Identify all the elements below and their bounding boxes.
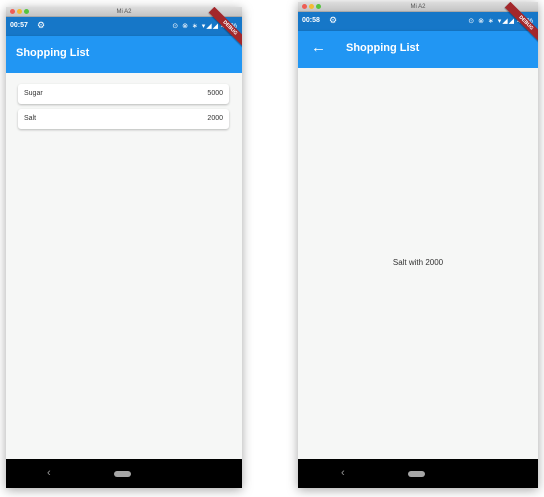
item-quantity: 5000 bbox=[207, 90, 223, 97]
bug-icon: ⚙ bbox=[329, 15, 338, 25]
status-time: 00:57 bbox=[10, 22, 28, 29]
item-name: Salt bbox=[24, 115, 37, 122]
window-titlebar: Mi A2 bbox=[298, 2, 538, 12]
emulator-window-list: Mi A2 00:57 ⚙ ⊙ ⊗ ∗ ▾◢◢48% DEBUG Shoppin… bbox=[6, 7, 242, 488]
nav-back-icon[interactable]: ‹ bbox=[47, 467, 51, 479]
window-title: Mi A2 bbox=[410, 4, 426, 10]
android-nav-bar: ‹ bbox=[298, 459, 538, 488]
status-indicators-icon: ⊙ ⊗ ∗ ▾◢◢ bbox=[468, 18, 515, 25]
status-bar: 00:58 ⚙ ⊙ ⊗ ∗ ▾◢◢48% bbox=[298, 12, 538, 31]
app-bar-title: Shopping List bbox=[16, 47, 90, 59]
screenshot-stage: Mi A2 00:57 ⚙ ⊙ ⊗ ∗ ▾◢◢48% DEBUG Shoppin… bbox=[0, 0, 544, 497]
app-bar: ← Shopping List bbox=[298, 31, 538, 68]
nav-back-icon[interactable]: ‹ bbox=[341, 467, 345, 479]
list-item[interactable]: Salt 2000 bbox=[18, 109, 229, 129]
window-titlebar: Mi A2 bbox=[6, 7, 242, 17]
app-bar: Shopping List bbox=[6, 36, 242, 73]
item-name: Sugar bbox=[24, 90, 43, 97]
shopping-list: Sugar 5000 Salt 2000 bbox=[18, 84, 229, 134]
list-item[interactable]: Sugar 5000 bbox=[18, 84, 229, 104]
bug-icon: ⚙ bbox=[37, 20, 46, 30]
back-arrow-icon[interactable]: ← bbox=[311, 38, 326, 58]
item-detail-content: Salt with 2000 bbox=[298, 68, 538, 459]
item-detail-text: Salt with 2000 bbox=[392, 258, 444, 267]
shopping-list-content: Sugar 5000 Salt 2000 bbox=[6, 73, 242, 459]
status-bar: 00:57 ⚙ ⊙ ⊗ ∗ ▾◢◢48% bbox=[6, 17, 242, 36]
item-quantity: 2000 bbox=[207, 115, 223, 122]
status-time: 00:58 bbox=[302, 17, 320, 24]
status-indicators-icon: ⊙ ⊗ ∗ ▾◢◢ bbox=[172, 23, 219, 30]
app-bar-title: Shopping List bbox=[346, 42, 420, 54]
nav-home-icon[interactable] bbox=[114, 471, 131, 477]
android-nav-bar: ‹ bbox=[6, 459, 242, 488]
emulator-window-detail: Mi A2 00:58 ⚙ ⊙ ⊗ ∗ ▾◢◢48% DEBUG ← Shopp… bbox=[298, 2, 538, 488]
window-title: Mi A2 bbox=[116, 9, 132, 15]
nav-home-icon[interactable] bbox=[408, 471, 425, 477]
